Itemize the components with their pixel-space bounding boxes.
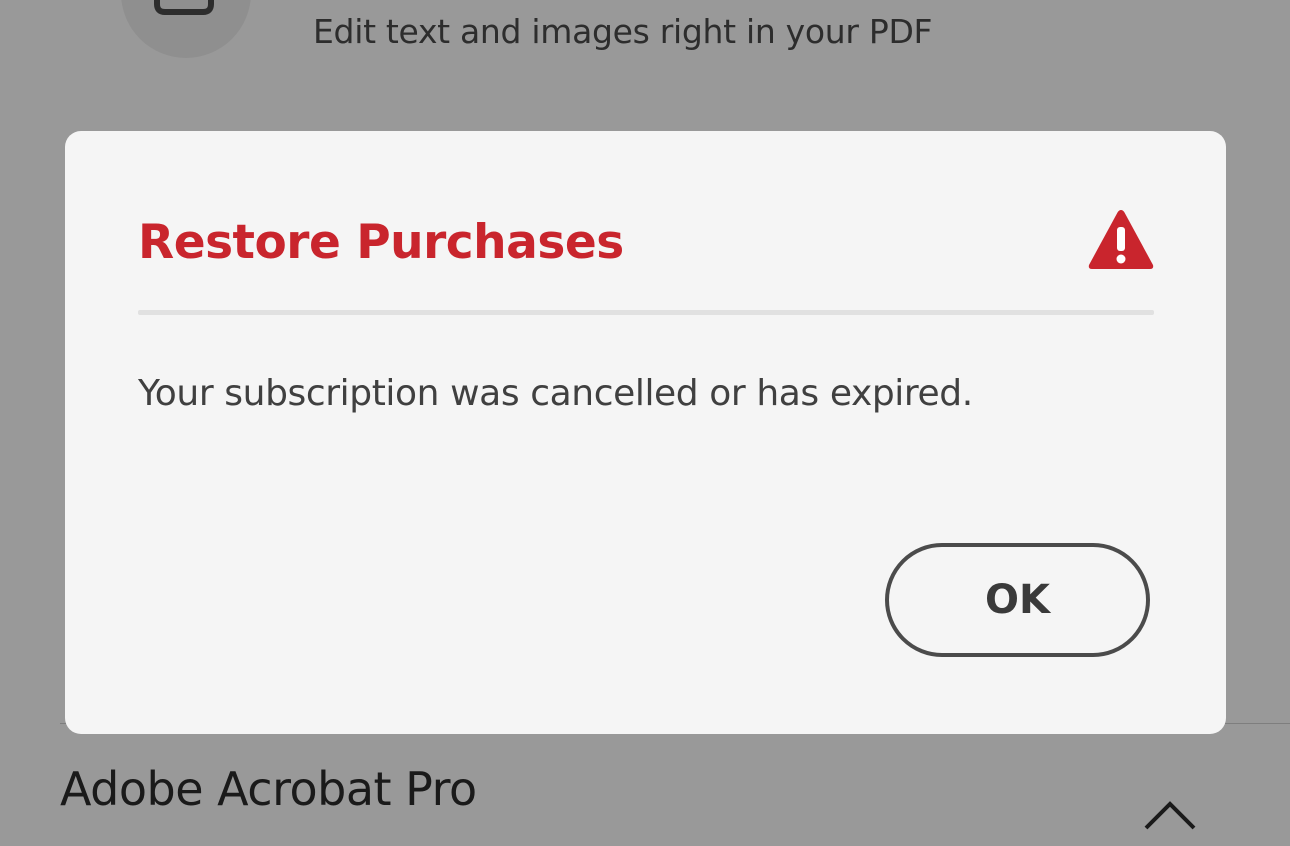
dialog-divider bbox=[138, 310, 1154, 315]
dialog-message: Your subscription was cancelled or has e… bbox=[138, 373, 973, 414]
warning-icon bbox=[1088, 210, 1154, 269]
dialog-title: Restore Purchases bbox=[138, 215, 624, 270]
ok-button[interactable]: OK bbox=[885, 543, 1150, 657]
restore-purchases-dialog: Restore Purchases Your subscription was … bbox=[65, 131, 1226, 734]
